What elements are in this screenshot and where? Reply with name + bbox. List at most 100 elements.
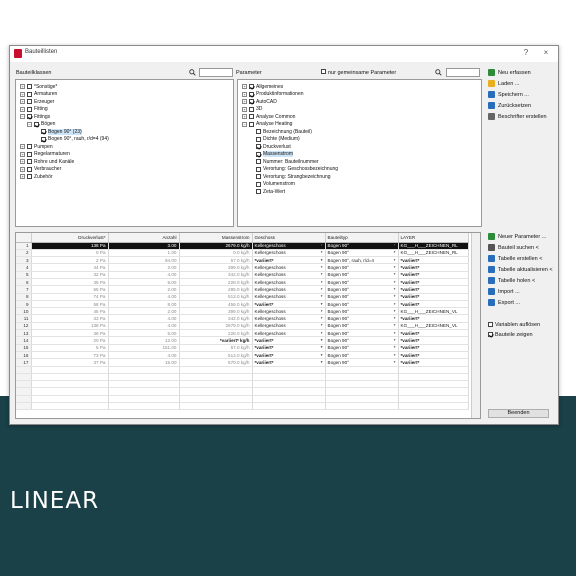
parameter-tree[interactable]: + Allgemeines + Produktinformationen + AutoCA… — [237, 79, 482, 227]
table-row[interactable]: 5 32 Pa 4.00 342.0 kg/h Kellergeschoss ▾ Bogen… — [16, 271, 469, 280]
table-cell[interactable]: 44 Pa — [31, 263, 109, 272]
table-cell[interactable]: 513.0 kg/h — [179, 293, 253, 301]
table-cell[interactable]: 138 Pa — [31, 242, 109, 250]
class-tree-item[interactable]: − Bögen — [27, 121, 55, 128]
table-cell[interactable]: Kellergeschoss ▾ — [252, 329, 326, 338]
table-cell[interactable]: KG___H___ZEICHNEN_RL — [398, 249, 469, 258]
table-cell[interactable]: Bogen 90° ▾ — [325, 249, 399, 258]
class-tree-item[interactable]: + Pumpen — [20, 143, 53, 150]
table-cell[interactable]: 2 Pa — [31, 256, 109, 265]
expand-icon[interactable]: + — [20, 166, 25, 172]
table-cell[interactable]: *variiert* — [398, 344, 469, 352]
dropdown-arrow-icon[interactable]: ▾ — [394, 265, 396, 269]
param-tree-item[interactable]: + Allgemeines — [242, 83, 283, 90]
table-cell[interactable]: 36 Pa — [31, 329, 109, 338]
table-cell[interactable]: Bogen 90° ▾ — [325, 271, 399, 280]
class-tree-item[interactable]: + Erzeuger — [20, 98, 54, 105]
class-tree-item[interactable]: + Armaturen — [20, 91, 57, 98]
dropdown-arrow-icon[interactable]: ▾ — [321, 353, 323, 357]
table-cell[interactable]: *variiert* ▾ — [252, 300, 326, 309]
table-cell[interactable]: KG___H___ZEICHNEN_VL — [398, 307, 469, 316]
action-button[interactable]: Neuer Parameter ... — [488, 232, 546, 241]
table-cell[interactable]: 399.0 kg/h — [179, 263, 253, 272]
table-cell[interactable]: 4.00 — [108, 314, 180, 323]
expand-icon[interactable]: + — [20, 84, 25, 89]
param-tree-item[interactable]: + AutoCAD — [242, 98, 277, 105]
table-row[interactable]: 6 35 Pa 5.00 228.0 kg/h Kellergeschoss ▾ Bogen… — [16, 278, 469, 287]
table-cell[interactable]: Kellergeschoss ▾ — [252, 322, 326, 331]
table-cell[interactable]: *variiert* — [398, 336, 469, 345]
tree-checkbox[interactable] — [27, 99, 32, 104]
table-cell[interactable]: 15.00 — [108, 358, 180, 367]
table-row[interactable]: 12 138 Pa 4.00 2679.0 kg/h Kellergeschoss ▾ Bo… — [16, 322, 469, 331]
table-cell[interactable]: Bogen 90° ▾ — [325, 293, 399, 301]
table-cell[interactable]: 3.00 — [108, 242, 180, 250]
tree-checkbox[interactable] — [27, 114, 32, 119]
dropdown-arrow-icon[interactable]: ▾ — [394, 258, 396, 262]
dropdown-arrow-icon[interactable]: ▾ — [394, 243, 396, 247]
table-cell[interactable]: *variiert* — [398, 329, 469, 338]
table-cell[interactable]: Bogen 90° ▾ — [325, 358, 399, 367]
column-header[interactable]: Massenstrom — [179, 233, 253, 243]
tree-checkbox[interactable] — [249, 121, 254, 127]
table-cell[interactable]: Bogen 90° ▾ — [325, 285, 399, 294]
table-cell[interactable]: *variiert* — [398, 278, 469, 287]
action-button[interactable]: Tabelle aktualisieren < — [488, 265, 553, 274]
classes-search-input[interactable] — [199, 68, 233, 77]
tree-checkbox[interactable] — [249, 106, 254, 112]
expand-icon[interactable]: + — [20, 99, 25, 104]
dropdown-arrow-icon[interactable]: ▾ — [321, 302, 323, 306]
action-button[interactable]: Laden ... — [488, 79, 519, 88]
class-tree-item[interactable]: Bogen 90° (23) — [41, 128, 82, 135]
table-cell[interactable]: 4.00 — [108, 271, 180, 280]
dropdown-arrow-icon[interactable]: ▾ — [321, 258, 323, 262]
table-cell[interactable]: 12.00 — [108, 336, 180, 345]
table-cell[interactable]: 57.0 kg/h — [179, 344, 253, 352]
table-cell[interactable]: Bogen 90° ▾ — [325, 242, 399, 250]
tree-checkbox[interactable] — [256, 189, 261, 194]
table-cell[interactable]: Bogen 90° ▾ — [325, 336, 399, 345]
table-cell[interactable]: 513.0 kg/h — [179, 351, 253, 360]
dropdown-arrow-icon[interactable]: ▾ — [394, 316, 396, 320]
dropdown-arrow-icon[interactable]: ▾ — [321, 294, 323, 298]
dropdown-arrow-icon[interactable]: ▾ — [394, 302, 396, 306]
dropdown-arrow-icon[interactable]: ▾ — [321, 243, 323, 247]
dropdown-arrow-icon[interactable]: ▾ — [321, 323, 323, 327]
tree-checkbox[interactable] — [249, 84, 254, 89]
params-search-input[interactable] — [446, 68, 480, 77]
collapse-icon[interactable]: − — [20, 114, 25, 119]
param-tree-item[interactable]: + Analyse Common — [242, 113, 295, 120]
dropdown-arrow-icon[interactable]: ▾ — [394, 360, 396, 364]
action-button[interactable]: Speichern ... — [488, 90, 529, 99]
dropdown-arrow-icon[interactable]: ▾ — [394, 309, 396, 313]
tree-checkbox[interactable] — [27, 174, 32, 179]
table-cell[interactable]: *variiert* — [398, 293, 469, 301]
column-header[interactable]: Geschoss — [252, 233, 326, 243]
dropdown-arrow-icon[interactable]: ▾ — [321, 360, 323, 364]
param-tree-item[interactable]: + Produktinformationen — [242, 91, 304, 98]
table-cell[interactable]: 285.0 kg/h — [179, 285, 253, 294]
tree-checkbox[interactable] — [256, 144, 261, 149]
dropdown-arrow-icon[interactable]: ▾ — [394, 345, 396, 349]
help-button[interactable]: ? — [520, 48, 532, 57]
option-checkbox[interactable] — [488, 322, 493, 327]
table-cell[interactable]: Kellergeschoss ▾ — [252, 249, 326, 258]
table-cell[interactable]: Bogen 90° ▾ — [325, 263, 399, 272]
tree-checkbox[interactable] — [256, 159, 261, 164]
table-cell[interactable]: 5.00 — [108, 329, 180, 338]
column-header[interactable]: Druckverlust* — [31, 233, 109, 243]
table-cell[interactable]: *variiert* — [398, 300, 469, 309]
param-tree-item[interactable]: Massenstrom — [256, 151, 294, 158]
table-cell[interactable]: 342.0 kg/h — [179, 271, 253, 280]
dropdown-arrow-icon[interactable]: ▾ — [321, 272, 323, 276]
param-tree-item[interactable]: Druckverlust — [256, 143, 291, 150]
column-header[interactable]: Bauteiltyp — [325, 233, 399, 243]
tree-checkbox[interactable] — [256, 129, 261, 134]
table-cell[interactable]: 342.0 kg/h — [179, 314, 253, 323]
expand-icon[interactable]: + — [20, 144, 25, 149]
table-row[interactable]: 13 36 Pa 5.00 228.0 kg/h Kellergeschoss ▾ Boge… — [16, 329, 469, 338]
tree-checkbox[interactable] — [27, 144, 32, 149]
table-cell[interactable]: 45 Pa — [31, 307, 109, 316]
table-cell[interactable]: 20 Pa — [31, 336, 109, 345]
table-cell[interactable]: Bogen 90° ▾ — [325, 329, 399, 338]
